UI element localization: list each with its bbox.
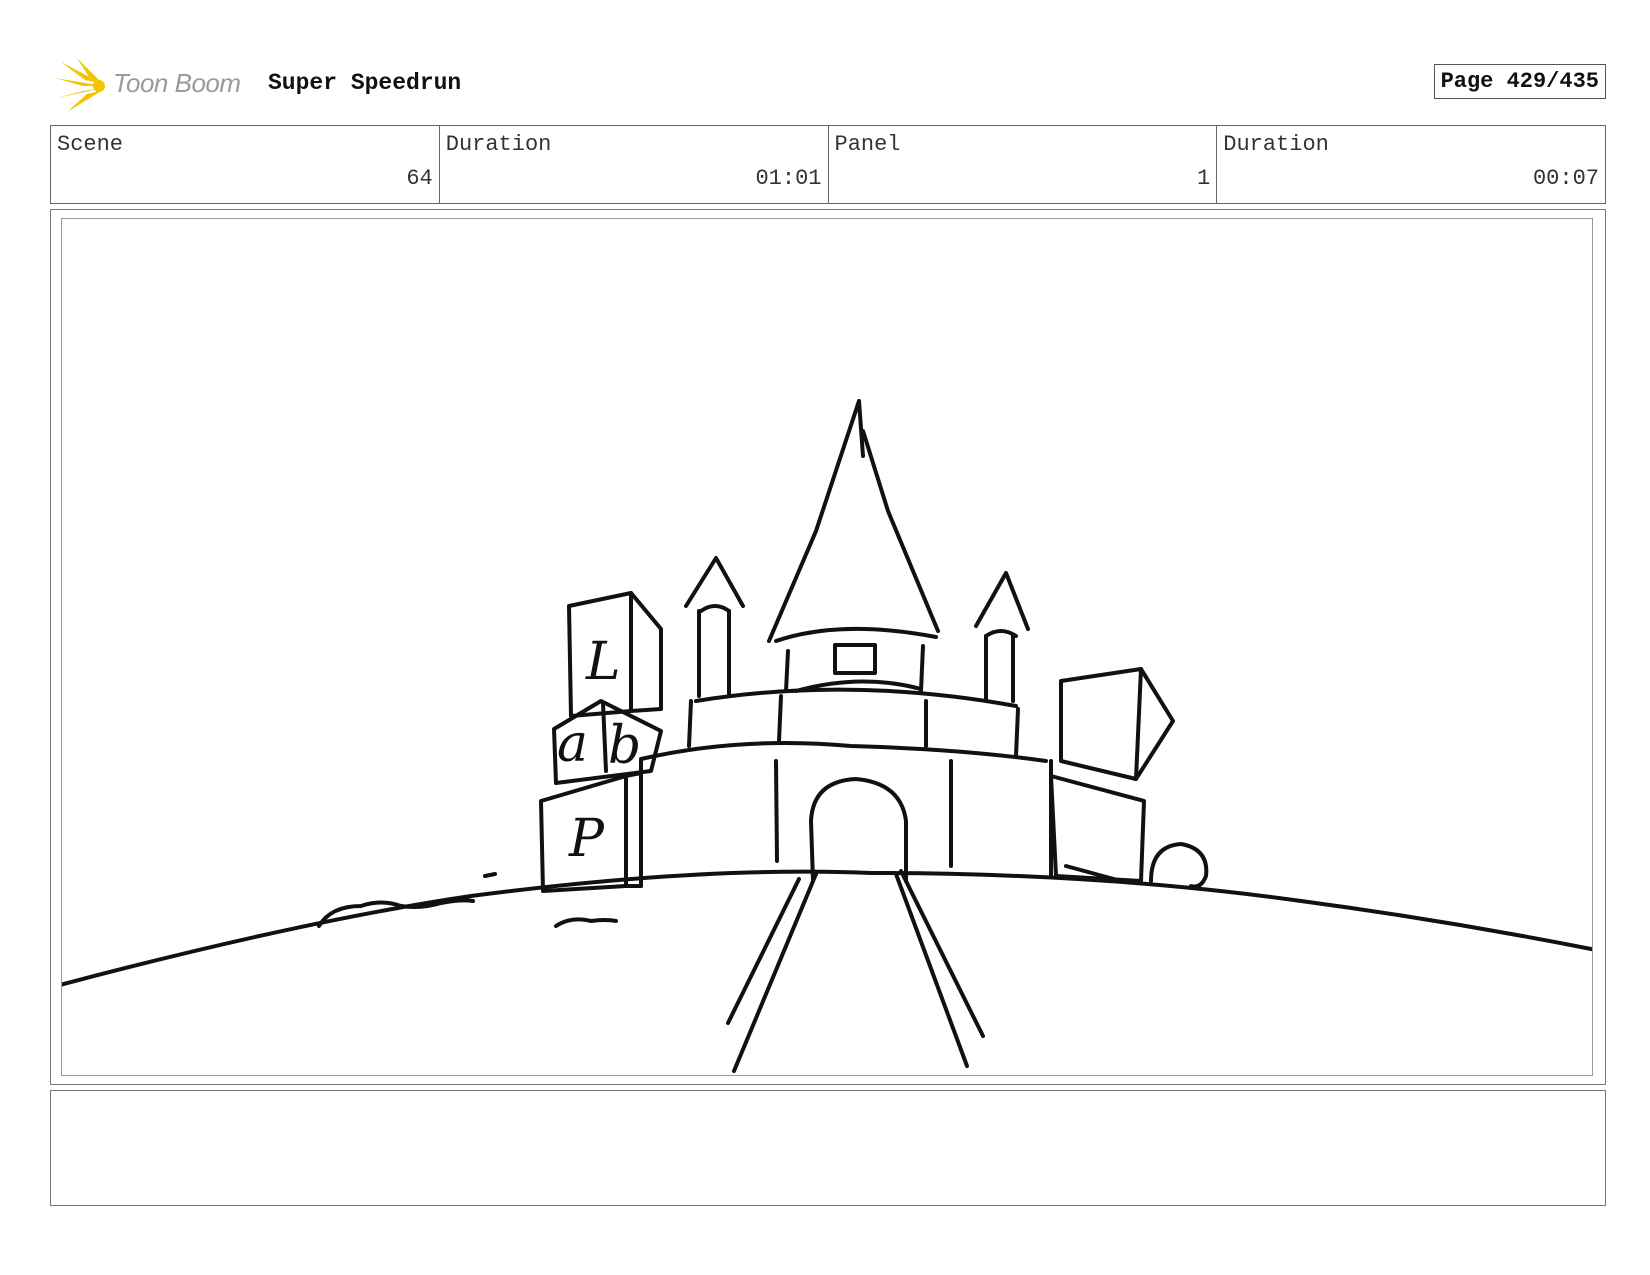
road-line-4 [899,869,985,1038]
logo-wordmark: Toon Boom [113,68,241,98]
scene-label: Scene [57,132,124,157]
spire-tip [857,399,865,458]
page-header: Toon Boom Super Speedrun Page 429/435 [50,56,1606,112]
road-line-1 [732,872,818,1073]
left-tower-roof [684,556,745,608]
panel-duration-label: Duration [1223,132,1329,157]
front-wall-mark-1 [774,759,779,863]
block-letter-b: b [608,716,641,776]
scene-duration-cell: Duration 01:01 [440,126,829,203]
scene-value: 64 [406,166,433,191]
panel-cell: Panel 1 [829,126,1218,203]
grass-tuft [554,917,618,928]
block-letter-L: L [585,632,621,692]
middle-wall-right [1014,707,1020,758]
block-top-side [629,591,663,713]
scene-info-row: Scene 64 Duration 01:01 Panel 1 Duration… [50,125,1606,204]
grass-dash [483,872,497,878]
gate-arch [809,777,908,883]
block-letter-a: a [557,714,588,774]
toon-boom-star-icon [55,58,105,112]
middle-wall-inner-l [777,694,783,743]
block-right-upper [1059,667,1175,781]
block-right-upper-edge [1134,667,1143,781]
middle-wall-top [694,687,1018,708]
castle-sketch: L a b P [62,399,1592,1073]
block-low-side [624,771,643,888]
block-letter-P: P [568,809,605,869]
scene-duration-value: 01:01 [755,166,822,191]
left-tower-cap [699,604,731,613]
panel-value: 1 [1197,166,1211,191]
panel-duration-cell: Duration 00:07 [1217,126,1605,203]
panel-label: Panel [834,132,901,157]
storyboard-panel-image: L a b P [61,218,1593,1076]
right-tower-roof [974,571,1030,631]
panel-notes-box[interactable] [50,1090,1606,1206]
hill-horizon [62,869,1592,987]
turret-left [784,649,790,693]
storyboard-panel-frame: L a b P [50,209,1606,1085]
middle-wall-left [687,699,693,748]
turret-top [774,626,938,643]
turret-right [919,644,925,693]
panel-duration-value: 00:07 [1532,166,1599,191]
right-tower-cap [984,629,1018,638]
bush-left [317,898,475,928]
page-number: Page 429/435 [1433,64,1606,99]
scene-cell: Scene 64 [51,126,440,203]
turret-window [833,643,877,675]
spire-left [767,399,861,643]
spire-right [861,429,940,633]
scene-duration-label: Duration [445,132,552,157]
bush-right [1149,842,1209,889]
project-title: Super Speedrun [268,70,462,96]
road-line-3 [894,872,969,1068]
toon-boom-logo: Toon Boom [55,58,255,114]
front-wall-top [639,741,1048,763]
